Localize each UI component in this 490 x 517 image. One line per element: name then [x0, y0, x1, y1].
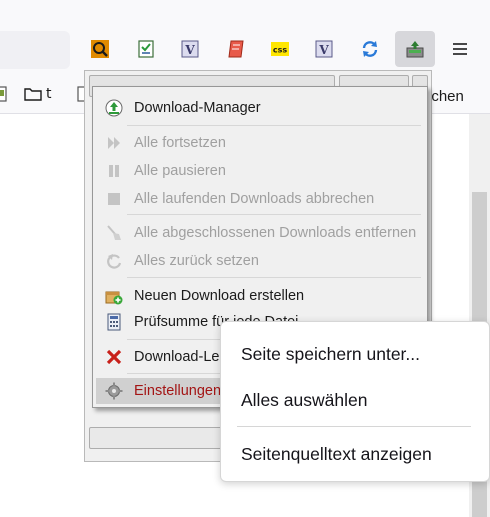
page-context-menu: Seite speichern unter... Alles auswählen… — [220, 321, 490, 482]
svg-text:V: V — [184, 43, 195, 57]
vim-v-icon: V — [181, 40, 199, 58]
menu-item-pause-all[interactable]: Alle pausieren — [96, 158, 424, 184]
scroll-red-icon — [228, 40, 244, 58]
menu-separator — [237, 426, 471, 427]
menu-item-save-page-as[interactable]: Seite speichern unter... — [225, 335, 487, 373]
vim-v-button[interactable]: V — [176, 34, 204, 64]
bookmark-page-icon — [0, 86, 7, 102]
search-magnifier-icon — [91, 40, 109, 58]
css-icon: css — [271, 42, 289, 56]
menu-item-label: Neuen Download erstellen — [134, 288, 305, 304]
checksum-icon — [107, 313, 121, 331]
menu-item-label: Seite speichern unter... — [241, 343, 420, 364]
menu-item-label: Alles auswählen — [241, 389, 368, 410]
menu-item-label: Download-Manager — [134, 100, 261, 116]
vim-v-icon-2: V — [315, 40, 333, 58]
menu-separator — [127, 125, 421, 126]
menu-separator — [127, 214, 421, 215]
menu-item-new-download[interactable]: Neuen Download erstellen — [96, 283, 424, 309]
bookmark-overflow-text[interactable]: ichen — [428, 88, 464, 105]
download-manager-icon — [406, 41, 424, 58]
stop-icon — [108, 193, 120, 205]
menu-item-label: Alles zurück setzen — [134, 253, 259, 269]
vim-v-button-2[interactable]: V — [310, 34, 338, 64]
reset-icon — [107, 254, 122, 269]
svg-text:css: css — [273, 46, 288, 55]
hamburger-menu-icon — [453, 43, 467, 55]
scroll-red-button[interactable] — [222, 34, 250, 64]
menu-item-abort-all[interactable]: Alle laufenden Downloads abbrechen — [96, 186, 424, 212]
resume-icon — [108, 137, 120, 149]
menu-item-label: Seitenquelltext anzeigen — [241, 443, 432, 464]
sync-arrows-button[interactable] — [356, 34, 384, 64]
bookmark-folder-t[interactable]: t — [24, 86, 52, 102]
svg-text:V: V — [318, 43, 329, 57]
menu-item-label: Alle pausieren — [134, 163, 226, 179]
new-download-icon — [105, 291, 123, 305]
broom-icon — [107, 225, 121, 240]
menu-item-label: Alle laufenden Downloads abbrechen — [134, 191, 375, 207]
bookmark-page-icon-2 — [77, 86, 84, 102]
sync-arrows-icon — [362, 41, 378, 57]
menu-item-view-source[interactable]: Seitenquelltext anzeigen — [225, 435, 487, 473]
browser-toolbar: V css V — [0, 0, 490, 78]
css-button[interactable]: css — [266, 34, 294, 64]
bookmark-folder-label: t — [46, 86, 52, 102]
menu-item-download-manager[interactable]: Download-Manager — [96, 95, 424, 121]
download-manager-button[interactable] — [395, 31, 435, 67]
pause-icon — [109, 165, 119, 177]
close-x-icon — [106, 349, 122, 365]
download-manager-icon — [105, 99, 123, 117]
bookmark-item-partial-2[interactable] — [76, 86, 84, 102]
hamburger-menu-button[interactable] — [446, 34, 474, 64]
menu-item-reset-all[interactable]: Alles zurück setzen — [96, 248, 424, 274]
menu-item-select-all[interactable]: Alles auswählen — [225, 381, 487, 419]
bookmark-item-partial[interactable] — [0, 86, 8, 102]
menu-separator — [127, 277, 421, 278]
menu-item-label: Einstellungen... — [134, 383, 234, 399]
gear-icon — [105, 382, 123, 400]
checklist-icon — [138, 40, 154, 58]
menu-item-label: Alle fortsetzen — [134, 135, 226, 151]
menu-item-remove-completed[interactable]: Alle abgeschlossenen Downloads entfernen — [96, 220, 424, 246]
menu-item-label: Alle abgeschlossenen Downloads entfernen — [134, 225, 417, 241]
checklist-button[interactable] — [132, 34, 160, 64]
folder-icon — [24, 88, 42, 101]
url-bar[interactable] — [0, 31, 70, 69]
menu-item-resume-all[interactable]: Alle fortsetzen — [96, 130, 424, 156]
search-magnifier-button[interactable] — [86, 34, 114, 64]
